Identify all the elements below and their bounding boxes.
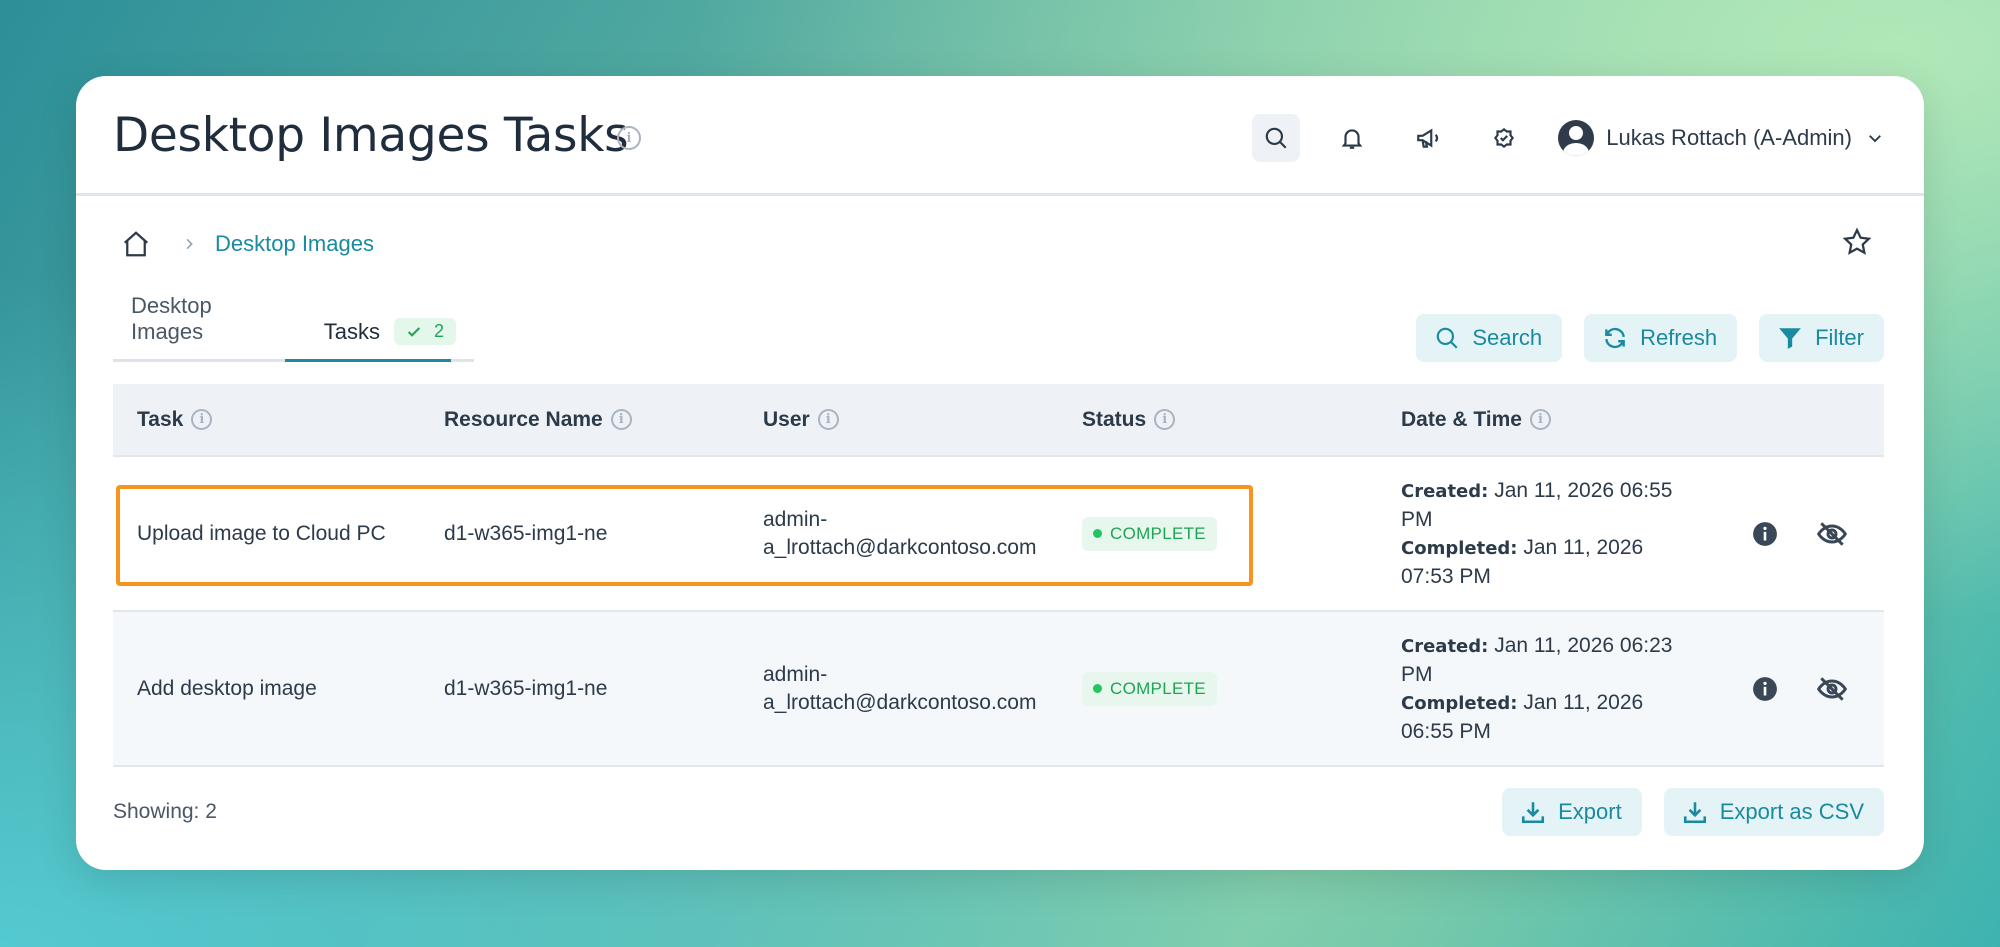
status-cell: COMPLETE [1082,671,1217,706]
eye-off-icon[interactable] [1816,518,1848,550]
status-badge: COMPLETE [1082,516,1217,551]
breadcrumb: Desktop Images [121,229,374,259]
column-header-label: Date & Time [1401,407,1522,431]
active-tab-indicator [285,359,451,362]
check-icon [407,326,421,337]
created-label: Created: [1401,480,1489,502]
export-csv-button[interactable]: Export as CSV [1663,788,1884,836]
user-line: admin- [763,507,828,531]
avatar [1558,120,1595,156]
badge-count: 2 [433,321,444,341]
eye-off-icon[interactable] [1816,673,1848,705]
column-header-user[interactable]: User i [763,408,839,432]
bell-icon[interactable] [1328,114,1376,162]
date-cell: Created: Jan 11, 2026 06:23 PM Completed… [1401,632,1701,746]
user-cell: admin- a_lrottach@darkcontoso.com [763,506,1036,562]
status-dot [1093,529,1102,538]
completed-label: Completed: [1401,692,1518,714]
export-actions: Export Export as CSV [1502,788,1884,836]
tab-tasks[interactable]: Tasks 2 [306,318,474,359]
user-line: a_lrottach@darkcontoso.com [763,535,1037,559]
download-icon [1522,802,1545,824]
user-line: a_lrottach@darkcontoso.com [763,690,1037,714]
column-header-date-time[interactable]: Date & Time i [1401,408,1551,432]
status-label: COMPLETE [1110,678,1206,698]
chevron-right-icon [186,238,193,250]
home-icon[interactable] [121,229,151,259]
chevron-down-icon [1869,135,1881,143]
info-icon[interactable] [1752,521,1778,547]
export-csv-button-label: Export as CSV [1719,799,1864,824]
row-actions [1752,518,1848,550]
breadcrumb-link-desktop-images[interactable]: Desktop Images [215,231,374,257]
filter-button[interactable]: Filter [1759,314,1884,362]
tab-label: Tasks [323,318,380,344]
date-cell: Created: Jan 11, 2026 06:55 PM Completed… [1401,477,1701,591]
megaphone-icon[interactable] [1404,114,1452,162]
info-icon[interactable]: i [191,409,213,430]
table-row[interactable]: Upload image to Cloud PC d1-w365-img1-ne… [113,457,1884,612]
info-icon[interactable]: i [1530,409,1551,430]
resource-cell: d1-w365-img1-ne [444,676,608,700]
page-header: Desktop Images Tasks i Lukas Rottach (A-… [76,76,1924,196]
column-header-task[interactable]: Task i [137,407,213,432]
row-actions [1752,673,1848,705]
status-cell: COMPLETE [1082,516,1217,551]
toolbar: Search Refresh Filter [1416,314,1884,362]
task-cell: Add desktop image [137,676,317,700]
info-icon[interactable]: i [617,126,641,150]
export-button[interactable]: Export [1502,788,1642,836]
status-dot [1093,684,1102,693]
tab-desktop-images[interactable]: Desktop Images [113,293,306,359]
info-icon[interactable] [1752,676,1778,702]
search-icon[interactable] [1252,114,1301,162]
column-header-label: Resource Name [444,407,603,431]
column-header-label: Task [137,407,184,431]
column-header-resource-name[interactable]: Resource Name i [444,408,632,432]
verified-badge-icon[interactable] [1480,114,1528,162]
header-actions: Lukas Rottach (A-Admin) [1252,114,1884,162]
user-menu[interactable]: Lukas Rottach (A-Admin) [1558,120,1884,156]
status-label: COMPLETE [1110,523,1206,543]
column-header-label: Status [1082,407,1147,431]
search-button[interactable]: Search [1416,314,1563,362]
table-header: Task i Resource Name i User i Status i Date … [113,384,1884,457]
export-button-label: Export [1558,799,1622,824]
page-title: Desktop Images Tasks [113,108,629,163]
info-icon[interactable]: i [610,409,632,430]
download-icon [1683,802,1706,824]
completed-label: Completed: [1401,537,1518,559]
refresh-button[interactable]: Refresh [1584,314,1738,362]
search-icon [1437,327,1458,349]
user-line: admin- [763,662,828,686]
table-row[interactable]: Add desktop image d1-w365-img1-ne admin-… [113,612,1884,767]
info-icon[interactable]: i [817,409,839,430]
refresh-icon [1605,327,1625,349]
user-name: Lukas Rottach (A-Admin) [1606,125,1852,150]
showing-count: Showing: 2 [113,800,217,823]
tab-bar: Desktop Images Tasks 2 [113,293,474,362]
task-cell: Upload image to Cloud PC [137,521,386,545]
column-header-status[interactable]: Status i [1082,407,1176,432]
search-button-label: Search [1472,325,1543,350]
created-label: Created: [1401,635,1489,657]
info-icon[interactable]: i [1154,409,1176,430]
column-header-label: User [763,407,810,431]
refresh-button-label: Refresh [1640,325,1718,350]
resource-cell: d1-w365-img1-ne [444,521,608,545]
tasks-table: Task i Resource Name i User i Status i Date … [113,384,1884,767]
filter-button-label: Filter [1815,325,1864,350]
status-badge: COMPLETE [1082,671,1217,706]
filter-icon [1779,328,1801,349]
star-icon[interactable] [1842,227,1872,257]
user-cell: admin- a_lrottach@darkcontoso.com [763,661,1036,717]
task-count-badge: 2 [393,318,456,345]
